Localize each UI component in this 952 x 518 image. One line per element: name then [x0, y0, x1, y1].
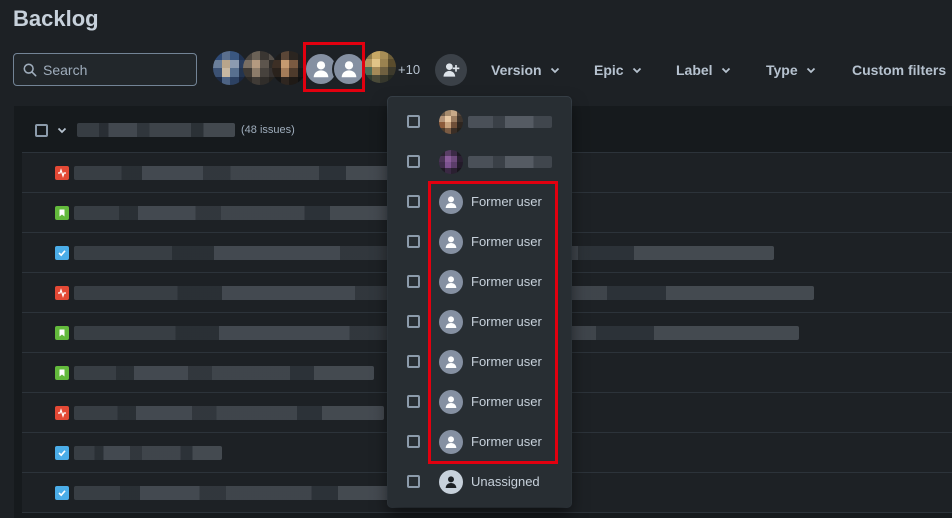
add-people-button[interactable] [435, 54, 467, 86]
avatar [439, 150, 463, 174]
name-redacted [468, 116, 552, 128]
issue-summary-redacted [74, 446, 222, 460]
option-checkbox[interactable] [407, 115, 420, 128]
story-icon [55, 326, 69, 340]
chevron-down-icon [632, 67, 641, 74]
option-checkbox[interactable] [407, 435, 420, 448]
unassigned-icon [439, 470, 463, 494]
more-avatars-count[interactable]: +10 [398, 62, 420, 77]
search-icon [23, 63, 37, 76]
option-checkbox[interactable] [407, 355, 420, 368]
filter-label: Type [766, 62, 798, 78]
assignee-option[interactable] [388, 142, 571, 182]
filter-label: Version [491, 62, 542, 78]
option-label: Unassigned [471, 474, 540, 489]
issue-summary-redacted [74, 166, 414, 180]
chevron-down-icon [721, 67, 730, 74]
option-checkbox[interactable] [407, 395, 420, 408]
option-checkbox[interactable] [407, 235, 420, 248]
filter-type[interactable]: Type [766, 62, 816, 78]
issue-summary-redacted [74, 206, 394, 220]
issue-count: (48 issues) [241, 124, 295, 136]
issue-summary-redacted [74, 406, 384, 420]
backlog-name-redacted [77, 123, 235, 137]
task-icon [55, 486, 69, 500]
issue-summary-redacted [74, 366, 374, 380]
bug-icon [55, 166, 69, 180]
task-icon [55, 246, 69, 260]
avatar[interactable] [364, 51, 396, 83]
highlight-box [303, 42, 365, 92]
add-person-icon [443, 63, 460, 77]
search-box[interactable] [13, 53, 197, 86]
option-checkbox[interactable] [407, 195, 420, 208]
option-checkbox[interactable] [407, 315, 420, 328]
avatar[interactable] [272, 51, 306, 85]
filter-version[interactable]: Version [491, 62, 560, 78]
story-icon [55, 206, 69, 220]
bug-icon [55, 286, 69, 300]
search-input[interactable] [43, 61, 193, 78]
backlog-header: (48 issues) [35, 120, 295, 140]
bug-icon [55, 406, 69, 420]
filter-label: Epic [594, 62, 624, 78]
highlight-box [428, 181, 558, 464]
filter-label[interactable]: Label [676, 62, 731, 78]
filter-epic[interactable]: Epic [594, 62, 642, 78]
filter-label-text: Label [676, 62, 713, 78]
story-icon [55, 366, 69, 380]
assignee-option[interactable] [388, 102, 571, 142]
option-checkbox[interactable] [407, 475, 420, 488]
chevron-down-icon [550, 67, 559, 74]
issue-summary-redacted [74, 486, 404, 500]
name-redacted [468, 156, 552, 168]
chevron-down-icon [806, 67, 815, 74]
option-checkbox[interactable] [407, 155, 420, 168]
avatar [439, 110, 463, 134]
avatar[interactable] [213, 51, 247, 85]
page-title: Backlog [13, 6, 99, 31]
select-all-checkbox[interactable] [35, 123, 48, 137]
task-icon [55, 446, 69, 460]
chevron-down-icon[interactable] [57, 125, 67, 135]
filter-label: Custom filters [852, 62, 947, 78]
filter-custom[interactable]: Custom filters [852, 62, 946, 78]
assignee-option-unassigned[interactable]: Unassigned [388, 462, 571, 502]
option-checkbox[interactable] [407, 275, 420, 288]
